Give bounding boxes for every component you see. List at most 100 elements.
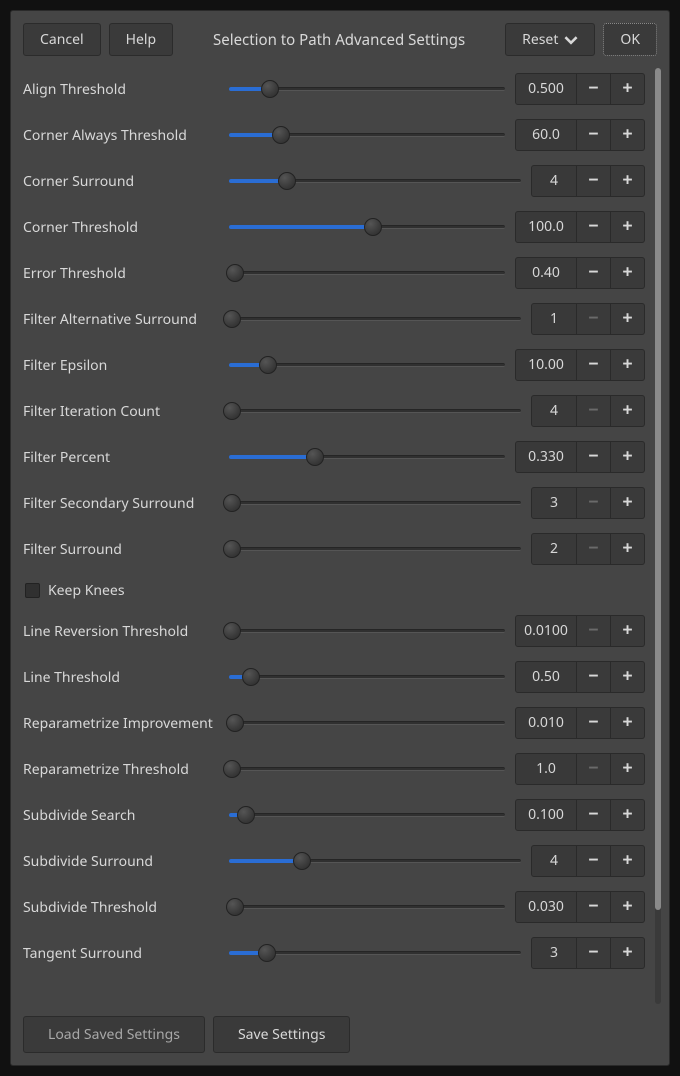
param-slider[interactable] [229, 170, 521, 192]
param-value[interactable]: 0.330 [515, 441, 577, 473]
decrement-button[interactable]: − [577, 165, 611, 197]
decrement-button[interactable]: − [577, 211, 611, 243]
slider-thumb[interactable] [226, 898, 244, 916]
slider-thumb[interactable] [261, 80, 279, 98]
decrement-button[interactable]: − [577, 707, 611, 739]
param-slider[interactable] [229, 896, 505, 918]
keep-knees-checkbox[interactable] [25, 583, 40, 598]
slider-thumb[interactable] [278, 172, 296, 190]
slider-thumb[interactable] [293, 852, 311, 870]
scrollbar[interactable] [655, 68, 661, 1004]
increment-button[interactable]: + [611, 487, 645, 519]
reset-button[interactable]: Reset [505, 23, 595, 56]
decrement-button[interactable]: − [577, 799, 611, 831]
save-settings-button[interactable]: Save Settings [213, 1016, 350, 1053]
decrement-button[interactable]: − [577, 349, 611, 381]
param-value[interactable]: 0.50 [515, 661, 577, 693]
param-value[interactable]: 0.0100 [515, 615, 577, 647]
increment-button[interactable]: + [611, 707, 645, 739]
param-slider[interactable] [229, 308, 521, 330]
param-value[interactable]: 60.0 [515, 119, 577, 151]
decrement-button[interactable]: − [577, 845, 611, 877]
increment-button[interactable]: + [611, 753, 645, 785]
decrement-button[interactable]: − [577, 257, 611, 289]
param-slider[interactable] [229, 124, 505, 146]
increment-button[interactable]: + [611, 533, 645, 565]
scroll-thumb[interactable] [655, 68, 661, 910]
param-slider[interactable] [229, 400, 521, 422]
param-value[interactable]: 2 [531, 533, 577, 565]
increment-button[interactable]: + [611, 211, 645, 243]
increment-button[interactable]: + [611, 845, 645, 877]
decrement-button[interactable]: − [577, 661, 611, 693]
slider-thumb[interactable] [259, 356, 277, 374]
param-slider[interactable] [229, 666, 505, 688]
param-row: Align Threshold0.500−+ [19, 66, 645, 112]
param-value[interactable]: 4 [531, 165, 577, 197]
slider-thumb[interactable] [364, 218, 382, 236]
increment-button[interactable]: + [611, 257, 645, 289]
slider-thumb[interactable] [223, 760, 241, 778]
param-value[interactable]: 4 [531, 395, 577, 427]
increment-button[interactable]: + [611, 441, 645, 473]
param-value[interactable]: 4 [531, 845, 577, 877]
increment-button[interactable]: + [611, 349, 645, 381]
slider-thumb[interactable] [223, 622, 241, 640]
load-settings-button[interactable]: Load Saved Settings [23, 1016, 205, 1053]
ok-button[interactable]: OK [603, 23, 657, 56]
param-value[interactable]: 0.010 [515, 707, 577, 739]
cancel-button[interactable]: Cancel [23, 23, 101, 56]
decrement-button[interactable]: − [577, 119, 611, 151]
param-slider[interactable] [229, 262, 505, 284]
increment-button[interactable]: + [611, 73, 645, 105]
slider-thumb[interactable] [306, 448, 324, 466]
slider-thumb[interactable] [223, 402, 241, 420]
increment-button[interactable]: + [611, 615, 645, 647]
param-slider[interactable] [229, 492, 521, 514]
increment-button[interactable]: + [611, 165, 645, 197]
decrement-button[interactable]: − [577, 441, 611, 473]
param-slider[interactable] [229, 446, 505, 468]
param-slider[interactable] [229, 758, 505, 780]
increment-button[interactable]: + [611, 799, 645, 831]
param-slider[interactable] [229, 216, 505, 238]
decrement-button[interactable]: − [577, 73, 611, 105]
slider-thumb[interactable] [223, 494, 241, 512]
param-value[interactable]: 3 [531, 487, 577, 519]
increment-button[interactable]: + [611, 891, 645, 923]
param-slider[interactable] [229, 712, 505, 734]
param-value[interactable]: 100.0 [515, 211, 577, 243]
increment-button[interactable]: + [611, 395, 645, 427]
param-value[interactable]: 0.40 [515, 257, 577, 289]
param-value[interactable]: 0.100 [515, 799, 577, 831]
slider-thumb[interactable] [272, 126, 290, 144]
help-button[interactable]: Help [109, 23, 174, 56]
param-slider[interactable] [229, 78, 505, 100]
slider-thumb[interactable] [223, 540, 241, 558]
param-value[interactable]: 1 [531, 303, 577, 335]
increment-button[interactable]: + [611, 937, 645, 969]
param-value[interactable]: 0.030 [515, 891, 577, 923]
param-slider[interactable] [229, 538, 521, 560]
param-value[interactable]: 10.00 [515, 349, 577, 381]
slider-thumb[interactable] [237, 806, 255, 824]
slider-thumb[interactable] [226, 264, 244, 282]
decrement-button[interactable]: − [577, 891, 611, 923]
param-label: Filter Percent [19, 448, 229, 467]
param-slider[interactable] [229, 804, 505, 826]
param-slider[interactable] [229, 850, 521, 872]
slider-thumb[interactable] [242, 668, 260, 686]
param-value[interactable]: 1.0 [515, 753, 577, 785]
slider-thumb[interactable] [258, 944, 276, 962]
param-value[interactable]: 3 [531, 937, 577, 969]
param-value[interactable]: 0.500 [515, 73, 577, 105]
increment-button[interactable]: + [611, 119, 645, 151]
param-slider[interactable] [229, 354, 505, 376]
decrement-button[interactable]: − [577, 937, 611, 969]
slider-thumb[interactable] [226, 714, 244, 732]
param-slider[interactable] [229, 942, 521, 964]
slider-thumb[interactable] [223, 310, 241, 328]
increment-button[interactable]: + [611, 661, 645, 693]
increment-button[interactable]: + [611, 303, 645, 335]
param-slider[interactable] [229, 620, 505, 642]
